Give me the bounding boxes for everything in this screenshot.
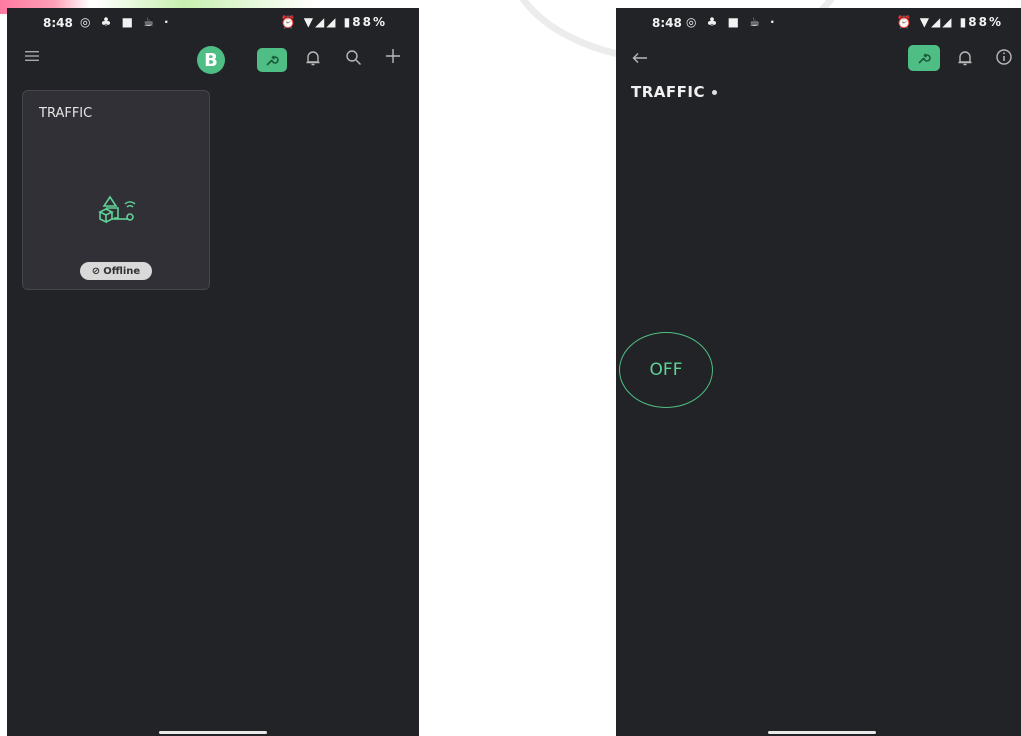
offline-icon: ⊘ <box>91 265 101 277</box>
status-dot <box>711 90 717 95</box>
battery-percent: 88% <box>968 15 1003 29</box>
avatar[interactable]: B <box>197 46 225 74</box>
status-badge: ⊘ Offline <box>80 262 152 280</box>
search-icon[interactable] <box>345 49 362 70</box>
system-icons: ⏰ ▼◢◢ ▮88% <box>896 15 1003 29</box>
status-badge-label: Offline <box>103 265 141 277</box>
background-decoration-green <box>95 0 315 8</box>
switch-button-label: OFF <box>649 360 683 380</box>
status-time: 8:48 <box>43 16 73 30</box>
right-phone-screen: 8:48 ◎ ♣ ■ ☕ · ⏰ ▼◢◢ ▮88% TRAFFIC OFF <box>616 8 1021 736</box>
avatar-letter: B <box>204 49 218 71</box>
device-card[interactable]: TRAFFIC ⊘ Offline <box>22 90 210 290</box>
switch-button[interactable]: OFF <box>619 332 713 408</box>
wrench-icon[interactable] <box>257 48 287 72</box>
info-icon[interactable] <box>995 48 1013 70</box>
bell-icon[interactable] <box>957 49 973 71</box>
app-bar <box>616 44 1021 74</box>
app-bar: B <box>7 44 419 74</box>
battery-percent: 88% <box>352 15 387 29</box>
gesture-nav-bar[interactable] <box>159 731 267 734</box>
back-arrow-icon[interactable] <box>632 50 648 68</box>
status-bar: 8:48 ◎ ♣ ■ ☕ · ⏰ ▼◢◢ ▮88% <box>7 8 419 38</box>
notification-icons: ◎ ♣ ■ ☕ · <box>80 15 172 29</box>
device-title: TRAFFIC <box>631 83 717 101</box>
status-bar: 8:48 ◎ ♣ ■ ☕ · ⏰ ▼◢◢ ▮88% <box>616 8 1021 38</box>
device-title-text: TRAFFIC <box>631 83 705 101</box>
plus-icon[interactable] <box>385 48 401 68</box>
notification-icons: ◎ ♣ ■ ☕ · <box>686 15 778 29</box>
left-phone-screen: 8:48 ◎ ♣ ■ ☕ · ⏰ ▼◢◢ ▮88% B TRAFFIC ⊘ Of… <box>7 8 419 736</box>
device-template-icon <box>92 195 140 235</box>
device-card-title: TRAFFIC <box>39 106 93 121</box>
gesture-nav-bar[interactable] <box>768 731 876 734</box>
status-time: 8:48 <box>652 16 682 30</box>
menu-icon[interactable] <box>25 48 39 66</box>
bell-icon[interactable] <box>305 49 321 71</box>
wrench-icon[interactable] <box>908 45 940 71</box>
system-icons: ⏰ ▼◢◢ ▮88% <box>280 15 387 29</box>
